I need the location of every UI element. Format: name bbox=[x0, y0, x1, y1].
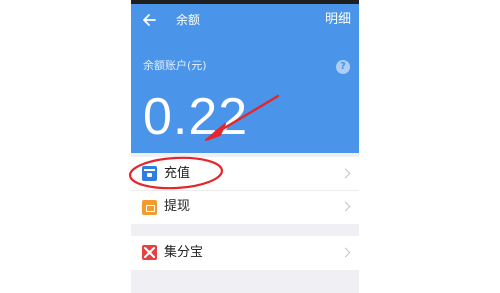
question-icon[interactable]: ? bbox=[336, 60, 350, 74]
withdraw-label: 提现 bbox=[164, 199, 191, 214]
balance-header: 余额 明细 余额账户(元) ? 0.22 bbox=[131, 4, 359, 153]
screenshot-stage: 余额 明细 余额账户(元) ? 0.22 充值 提现 集分宝 bbox=[0, 0, 500, 293]
back-button[interactable] bbox=[139, 10, 159, 30]
menu-item-jifenbao[interactable]: 集分宝 bbox=[131, 236, 359, 269]
account-label: 余额账户(元) bbox=[143, 59, 207, 72]
menu-item-withdraw[interactable]: 提现 bbox=[131, 190, 359, 223]
balance-amount: 0.22 bbox=[143, 88, 249, 146]
chevron-right-icon bbox=[340, 247, 351, 257]
chevron-right-icon bbox=[340, 168, 351, 178]
jifenbao-icon bbox=[142, 245, 157, 260]
card-icon bbox=[142, 166, 157, 181]
points-menu: 集分宝 bbox=[131, 236, 359, 270]
funds-menu: 充值 提现 bbox=[131, 157, 359, 224]
recharge-label: 充值 bbox=[164, 165, 191, 181]
arrow-left-icon bbox=[143, 14, 156, 26]
menu-item-recharge[interactable]: 充值 bbox=[131, 157, 359, 190]
chevron-right-icon bbox=[340, 201, 351, 212]
wallet-icon bbox=[142, 199, 157, 215]
jifenbao-label: 集分宝 bbox=[164, 244, 204, 260]
detail-button[interactable]: 明细 bbox=[325, 11, 351, 29]
page-title: 余额 bbox=[176, 13, 201, 27]
phone-screen: 余额 明细 余额账户(元) ? 0.22 充值 提现 集分宝 bbox=[131, 0, 359, 293]
